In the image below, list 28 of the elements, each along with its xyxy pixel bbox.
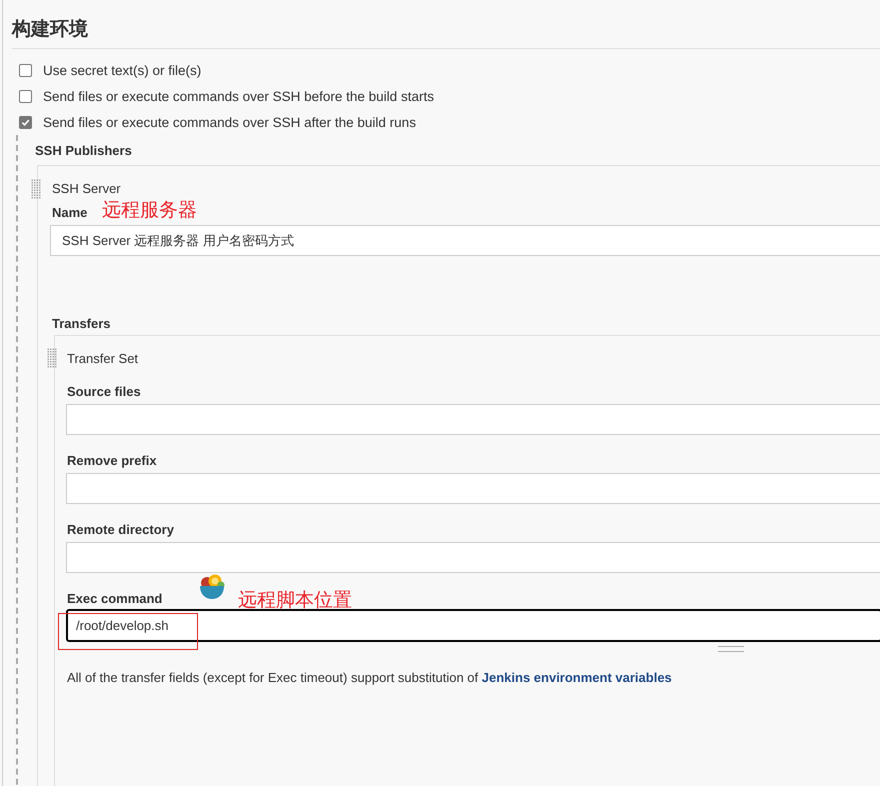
transfers-heading: Transfers [52,316,111,331]
server-heading: SSH Server [52,181,121,196]
help-text: All of the transfer fields (except for Exec timeout) support substitution of Jenkins environment variables [67,670,673,685]
drag-handle-icon[interactable] [31,179,41,199]
input-field[interactable]: SSH Server 远程服务器 用户名密码方式 [50,225,880,256]
field-label: Remove prefix [67,453,157,468]
input-field[interactable] [66,404,880,435]
checkbox[interactable] [19,90,32,102]
resize-handle[interactable] [718,646,744,652]
publishers-heading: SSH Publishers [35,143,132,158]
checkbox-label[interactable]: Send files or execute commands over SSH after the build runs [43,114,416,130]
checkbox-label[interactable]: Use secret text(s) or file(s) [43,62,202,78]
checkbox[interactable] [19,64,32,76]
help-link[interactable]: Jenkins environment variables [482,670,672,685]
annotation-text: 远程服务器 [102,199,197,223]
drag-handle-icon[interactable] [47,348,57,368]
transfer-set-heading: Transfer Set [67,351,138,366]
input-field[interactable] [66,473,880,504]
checkbox-label[interactable]: Send files or execute commands over SSH before the build starts [43,88,434,104]
field-label: Exec command [67,591,162,606]
field-label: Remote directory [67,522,174,537]
section-heading: 构建环境 [12,16,880,49]
checkbox[interactable] [19,116,32,128]
command-textarea[interactable]: /root/develop.sh [66,609,880,642]
field-label: Source files [67,384,141,399]
field-label: Name [52,205,88,220]
input-field[interactable] [66,542,880,573]
food-bowl-icon [200,574,224,599]
